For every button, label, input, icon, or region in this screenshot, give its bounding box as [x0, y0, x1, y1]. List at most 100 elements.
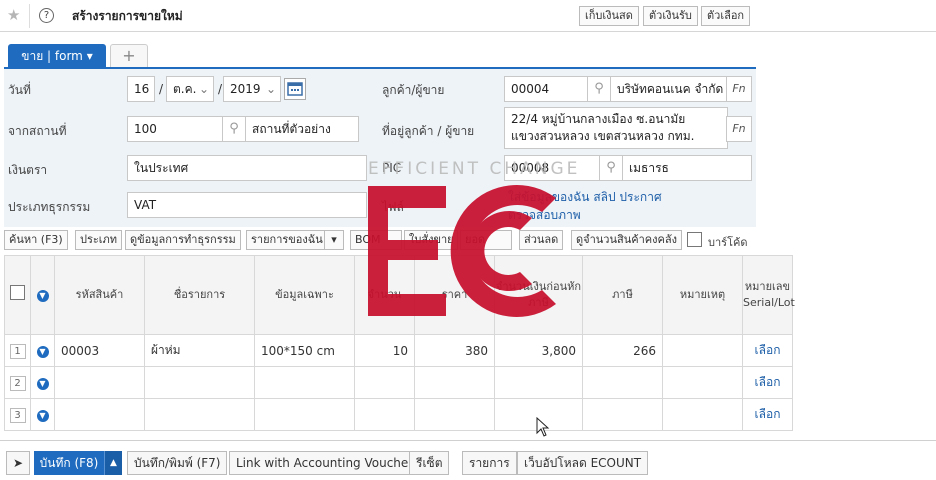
transaction-type-select[interactable]: VAT: [127, 192, 367, 218]
send-icon[interactable]: ➤: [6, 451, 30, 475]
cash-collect-button[interactable]: เก็บเงินสด: [579, 6, 639, 26]
spec-cell[interactable]: 100*150 cm: [254, 334, 355, 367]
chevron-down-icon[interactable]: ▼: [36, 290, 49, 302]
customer-code-field[interactable]: 00004: [504, 76, 588, 102]
item-code-cell[interactable]: [54, 366, 145, 399]
options-button[interactable]: ตัวเลือก: [701, 6, 751, 26]
date-label: วันที่: [8, 83, 31, 97]
form-tabs: ขาย | form ▾ +: [0, 32, 936, 68]
tab-sales-form[interactable]: ขาย | form ▾: [8, 44, 106, 68]
chevron-down-icon: ⌄: [265, 82, 276, 96]
table-row: 3 ▼ เลือก: [4, 398, 793, 431]
table-row: 1 ▼ 00003 ผ้าห่ม 100*150 cm 10 380 3,800…: [4, 334, 793, 367]
add-tab-button[interactable]: +: [110, 44, 148, 68]
note-cell[interactable]: [662, 366, 743, 399]
barcode-label: บาร์โค้ด: [708, 236, 748, 249]
currency-select[interactable]: ในประเทศ: [127, 155, 367, 181]
column-header[interactable]: รหัสสินค้า: [54, 255, 145, 335]
save-button[interactable]: บันทึก (F8): [34, 451, 104, 475]
vat-cell[interactable]: [582, 366, 663, 399]
expand-header: ▼: [30, 255, 55, 335]
fn-button[interactable]: Fn: [726, 116, 752, 142]
item-name-cell[interactable]: [144, 398, 255, 431]
list-button[interactable]: รายการ: [462, 451, 517, 475]
my-items-button[interactable]: รายการของฉัน: [246, 230, 328, 250]
row-number[interactable]: 3: [9, 407, 26, 423]
note-cell[interactable]: [662, 398, 743, 431]
barcode-checkbox[interactable]: [687, 232, 702, 247]
qty-cell[interactable]: [354, 366, 415, 399]
row-number-cell: 3: [4, 398, 31, 431]
chevron-down-icon[interactable]: ▼: [36, 378, 49, 390]
column-header[interactable]: ข้อมูลเฉพาะ: [254, 255, 355, 335]
search-f3-button[interactable]: ค้นหา (F3): [4, 230, 68, 250]
vat-cell[interactable]: 266: [582, 334, 663, 367]
search-icon[interactable]: ⚲: [599, 155, 623, 181]
date-separator: /: [159, 82, 164, 96]
qty-cell[interactable]: 10: [354, 334, 415, 367]
item-code-cell[interactable]: 00003: [54, 334, 145, 367]
row-number-cell: 2: [4, 366, 31, 399]
select-all-checkbox[interactable]: [10, 285, 25, 300]
item-name-cell[interactable]: ผ้าห่ม: [144, 334, 255, 367]
chevron-down-icon[interactable]: ▼: [36, 346, 49, 358]
vat-cell[interactable]: [582, 398, 663, 431]
column-header[interactable]: ภาษี: [582, 255, 663, 335]
category-button[interactable]: ประเภท: [75, 230, 123, 250]
qty-cell[interactable]: [354, 398, 415, 431]
price-cell[interactable]: 380: [414, 334, 495, 367]
notes-receivable-button[interactable]: ตัวเงินรับ: [643, 6, 698, 26]
column-header[interactable]: ชื่อรายการ: [144, 255, 255, 335]
serial-select-link[interactable]: เลือก: [742, 334, 793, 367]
star-icon[interactable]: ★: [7, 6, 20, 24]
chevron-down-icon[interactable]: ▼: [36, 410, 49, 422]
transaction-type-label: ประเภทธุรกรรม: [8, 200, 91, 214]
note-cell[interactable]: [662, 334, 743, 367]
view-transaction-button[interactable]: ดูข้อมูลการทำธุรกรรม: [125, 230, 241, 250]
address-line-1: 22/4 หมู่บ้านกลางเมือง ซ.อนามัย: [511, 112, 686, 126]
save-print-button[interactable]: บันทึก/พิมพ์ (F7): [127, 451, 228, 475]
month-select[interactable]: ต.ค. ⌄: [166, 76, 214, 102]
web-upload-button[interactable]: เว็บอัปโหลด ECOUNT: [517, 451, 649, 475]
serial-select-link[interactable]: เลือก: [742, 398, 793, 431]
price-cell[interactable]: [414, 398, 495, 431]
search-icon[interactable]: ⚲: [587, 76, 611, 102]
tab-label: ขาย | form: [21, 49, 83, 63]
serial-select-link[interactable]: เลือก: [742, 366, 793, 399]
price-cell[interactable]: [414, 366, 495, 399]
ec-logo-watermark: [368, 185, 556, 318]
row-number[interactable]: 1: [9, 343, 26, 359]
calendar-icon[interactable]: [284, 78, 306, 100]
spec-cell[interactable]: [254, 398, 355, 431]
help-icon[interactable]: ?: [39, 8, 54, 23]
fn-button[interactable]: Fn: [726, 76, 752, 102]
row-number[interactable]: 2: [9, 375, 26, 391]
caret-up-icon[interactable]: ▲: [104, 451, 122, 475]
reset-button[interactable]: รีเซ็ต: [409, 451, 450, 475]
spec-cell[interactable]: [254, 366, 355, 399]
customer-name-field[interactable]: บริษัทคอนเนค จำกัด: [610, 76, 728, 102]
pic-name-field[interactable]: เมธารธ: [622, 155, 752, 181]
item-name-cell[interactable]: [144, 366, 255, 399]
item-code-cell[interactable]: [54, 398, 145, 431]
top-bar: ★ ? สร้างรายการขายใหม่ เก็บเงินสด ตัวเงิ…: [0, 0, 936, 32]
day-field[interactable]: 16: [127, 76, 155, 102]
search-icon[interactable]: ⚲: [222, 116, 246, 142]
column-header[interactable]: หมายเลข Serial/Lot: [742, 255, 795, 335]
customer-label: ลูกค้า/ผู้ขาย: [382, 83, 445, 97]
year-value: 2019: [230, 82, 261, 96]
row-number-cell: 1: [4, 334, 31, 367]
amount-cell[interactable]: [494, 366, 583, 399]
view-stock-button[interactable]: ดูจำนวนสินค้าคงคลัง: [571, 230, 682, 250]
link-accounting-vouchers-button[interactable]: Link with Accounting Vouchers: [229, 451, 427, 475]
location-name-field[interactable]: สถานที่ตัวอย่าง: [245, 116, 359, 142]
address-field[interactable]: 22/4 หมู่บ้านกลางเมือง ซ.อนามัย แขวงสวนห…: [504, 107, 728, 149]
location-code-field[interactable]: 100: [127, 116, 223, 142]
amount-cell[interactable]: 3,800: [494, 334, 583, 367]
row-menu-cell: ▼: [30, 334, 55, 367]
caret-down-icon[interactable]: ▾: [324, 230, 344, 250]
table-row: 2 ▼ เลือก: [4, 366, 793, 399]
year-select[interactable]: 2019 ⌄: [223, 76, 281, 102]
chevron-down-icon: ⌄: [198, 82, 209, 96]
column-header[interactable]: หมายเหตุ: [662, 255, 743, 335]
